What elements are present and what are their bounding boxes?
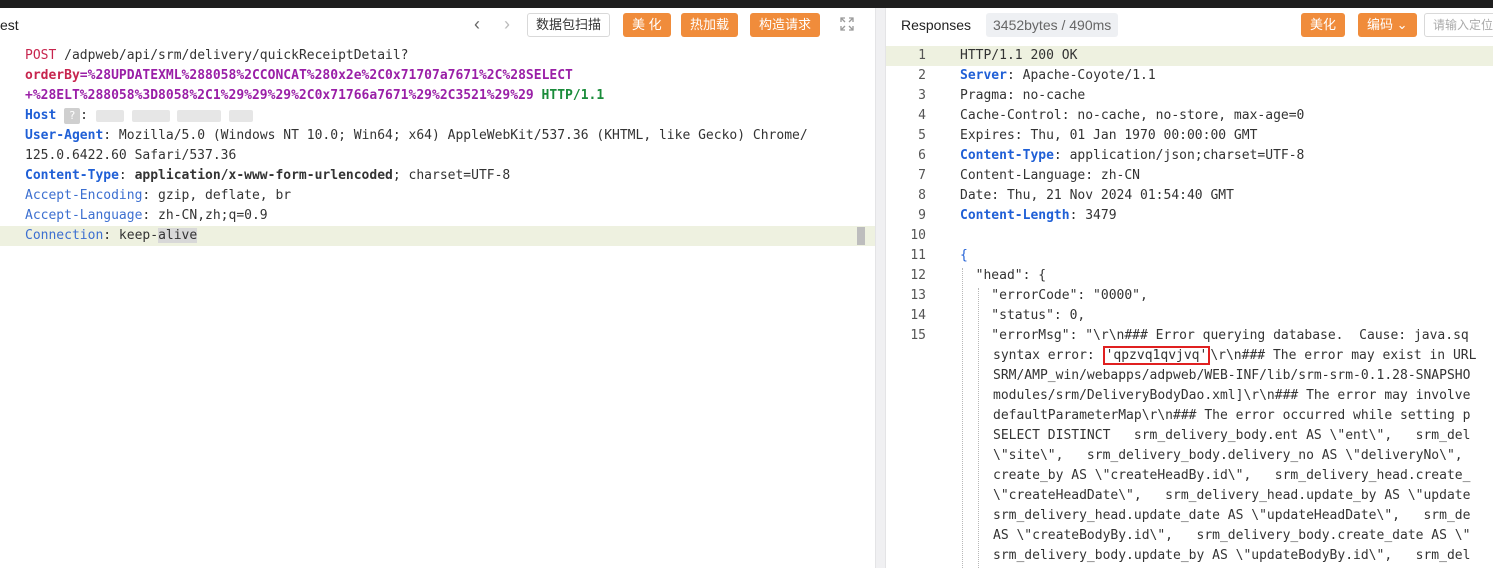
- request-line: +%28ELT%288058%3D8058%2C1%29%29%29%2C0x7…: [25, 88, 605, 103]
- response-line: 2 Server: Apache-Coyote/1.1: [918, 68, 1156, 83]
- expand-icon[interactable]: [839, 16, 855, 32]
- response-line: 11{: [910, 248, 968, 263]
- request-pane: est ‹ › 数据包扫描 美 化 热加载 构造请求 POST /adpweb/…: [0, 8, 875, 568]
- redacted-value: [229, 109, 254, 122]
- response-line: 3 Pragma: no-cache: [918, 88, 1086, 103]
- request-line: User-Agent: Mozilla/5.0 (Windows NT 10.0…: [25, 128, 808, 143]
- redacted-value: [95, 109, 124, 122]
- request-line: Content-Type: application/x-www-form-url…: [25, 168, 511, 183]
- response-header: Responses 3452bytes / 490ms 美化 编码 ⌄ 请输入定…: [886, 8, 1493, 44]
- pane-divider[interactable]: [875, 8, 886, 568]
- response-line: 10: [910, 228, 926, 243]
- response-line: 8 Date: Thu, 21 Nov 2024 01:54:40 GMT: [918, 188, 1234, 203]
- hot-load-button[interactable]: 热加载: [681, 13, 739, 37]
- encode-dropdown[interactable]: 编码 ⌄: [1358, 13, 1417, 37]
- forward-arrow-icon[interactable]: ›: [497, 14, 517, 35]
- indent-guide: [962, 268, 963, 568]
- chevron-down-icon: ⌄: [1396, 17, 1408, 32]
- locate-search-input[interactable]: 请输入定位: [1424, 13, 1493, 37]
- request-line: Host ?:: [0, 106, 875, 126]
- request-line: Accept-Language: zh-CN,zh;q=0.9: [25, 208, 268, 223]
- request-line: Accept-Encoding: gzip, deflate, br: [25, 188, 292, 203]
- request-line: orderBy=%28UPDATEXML%288058%2CCONCAT%280…: [25, 68, 573, 83]
- response-line: 4 Cache-Control: no-cache, no-store, max-…: [918, 108, 1305, 123]
- scrollbar-thumb[interactable]: [857, 227, 865, 245]
- response-line: 9 Content-Length: 3479: [918, 208, 1117, 223]
- beautify-button[interactable]: 美 化: [623, 13, 671, 37]
- injected-marker-highlight: 'qpzvq1qvjvq': [1102, 346, 1211, 365]
- response-pane: Responses 3452bytes / 490ms 美化 编码 ⌄ 请输入定…: [886, 8, 1493, 568]
- response-title: Responses: [901, 17, 972, 33]
- build-request-button[interactable]: 构造请求: [750, 13, 821, 37]
- indent-guide: [978, 288, 979, 568]
- request-title: est: [0, 17, 19, 33]
- response-editor[interactable]: 1 HTTP/1.1 200 OK 2 Server: Apache-Coyote/…: [886, 46, 1493, 568]
- request-editor[interactable]: POST /adpweb/api/srm/delivery/quickRecei…: [0, 46, 875, 568]
- response-line: 5 Expires: Thu, 01 Jan 1970 00:00:00 GMT: [918, 128, 1258, 143]
- request-header: est ‹ › 数据包扫描 美 化 热加载 构造请求: [0, 8, 875, 44]
- request-line: 125.0.6422.60 Safari/537.36: [25, 148, 237, 163]
- redacted-value: [177, 109, 222, 122]
- beautify-button[interactable]: 美化: [1301, 13, 1346, 37]
- response-line: 6 Content-Type: application/json;charset=…: [918, 148, 1305, 163]
- window-top-bar: [0, 0, 1493, 8]
- response-line: 12 "head": {: [910, 268, 1047, 283]
- back-arrow-icon[interactable]: ‹: [467, 14, 487, 35]
- response-size-badge: 3452bytes / 490ms: [986, 13, 1119, 37]
- request-line-active: Connection: keep-alive: [0, 226, 875, 246]
- response-line: 1 HTTP/1.1 200 OK: [886, 46, 1493, 66]
- request-line: POST /adpweb/api/srm/delivery/quickRecei…: [25, 48, 409, 63]
- redacted-value: [131, 109, 170, 122]
- help-icon: ?: [64, 107, 81, 124]
- packet-scan-button[interactable]: 数据包扫描: [527, 13, 611, 37]
- response-line: 7 Content-Language: zh-CN: [918, 168, 1141, 183]
